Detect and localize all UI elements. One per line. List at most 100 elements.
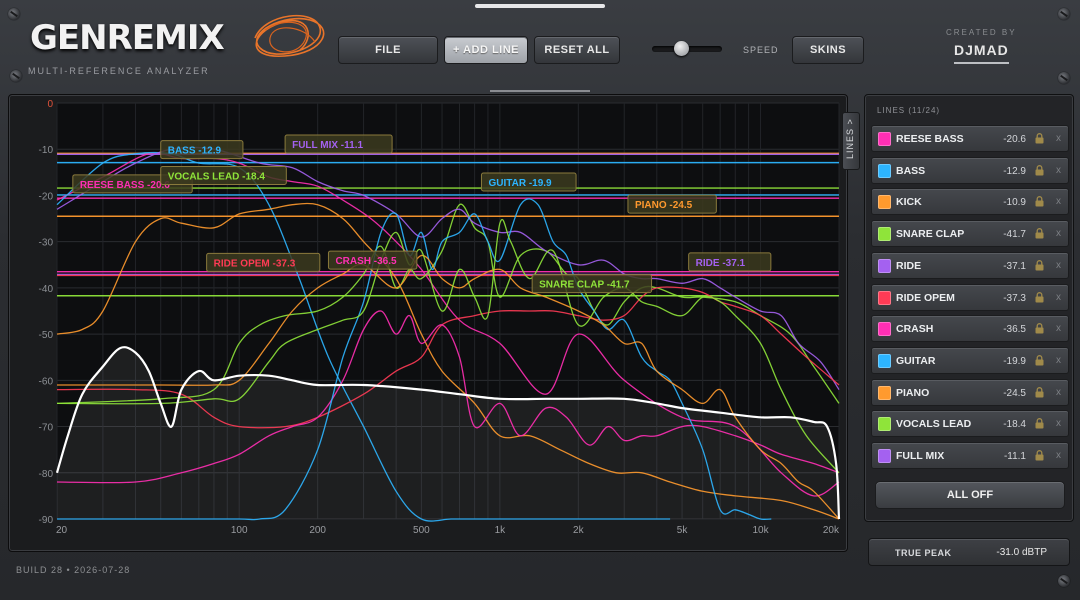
all-off-button[interactable]: ALL OFF: [875, 481, 1065, 509]
build-info: BUILD 28 • 2026-07-28: [16, 565, 131, 575]
remove-line-icon[interactable]: x: [1056, 355, 1061, 366]
created-by-label: CREATED BY: [946, 28, 1017, 37]
lock-icon[interactable]: [1035, 291, 1044, 303]
screw: [10, 70, 22, 82]
label-text: VOCALS LEAD -18.4: [168, 171, 266, 182]
line-row[interactable]: VOCALS LEAD -18.4 x: [871, 410, 1069, 438]
logo-scribble-icon: [254, 14, 325, 57]
line-name: BASS: [896, 164, 926, 177]
remove-line-icon[interactable]: x: [1056, 323, 1061, 334]
screw: [8, 8, 20, 20]
line-level: -41.7: [1003, 229, 1026, 241]
lock-icon[interactable]: [1035, 354, 1044, 366]
line-name: GUITAR: [896, 354, 936, 367]
y-tick-label: 0: [47, 99, 53, 110]
remove-line-icon[interactable]: x: [1056, 133, 1061, 144]
line-row[interactable]: SNARE CLAP -41.7 x: [871, 220, 1069, 248]
line-level: -37.1: [1003, 260, 1026, 272]
logo-text: GENREMIX: [30, 18, 225, 58]
lock-icon[interactable]: [1035, 259, 1044, 271]
reference-label: PIANO -24.5: [627, 194, 717, 214]
color-swatch[interactable]: [878, 195, 891, 210]
lock-icon[interactable]: [1035, 323, 1044, 334]
speed-slider-knob[interactable]: [674, 41, 689, 56]
lock-icon[interactable]: [1035, 196, 1044, 207]
y-tick-label: -70: [39, 423, 54, 434]
label-text: CRASH -36.5: [335, 256, 397, 267]
line-row[interactable]: RIDE OPEM -37.3 x: [871, 283, 1069, 311]
color-swatch[interactable]: [878, 322, 891, 337]
line-level: -18.4: [1003, 419, 1026, 431]
color-swatch[interactable]: [878, 163, 891, 178]
color-swatch[interactable]: [878, 353, 891, 368]
reference-label: SNARE CLAP -41.7: [531, 274, 653, 294]
skins-button[interactable]: SKINS: [792, 36, 864, 64]
remove-line-icon[interactable]: x: [1056, 196, 1061, 207]
color-swatch[interactable]: [878, 385, 891, 400]
line-name: REESE BASS: [896, 133, 964, 145]
line-row[interactable]: KICK -10.9 x: [871, 188, 1069, 216]
line-name: FULL MIX: [896, 450, 945, 462]
true-peak-value: -31.0 dBTP: [996, 547, 1047, 558]
remove-line-icon[interactable]: x: [1056, 260, 1061, 271]
lock-icon[interactable]: [1035, 164, 1044, 176]
speed-slider[interactable]: [652, 41, 722, 56]
y-tick-label: -20: [39, 191, 54, 202]
lines-tab[interactable]: LINES >: [842, 112, 860, 170]
line-level: -10.9: [1003, 197, 1026, 209]
lines-tab-label: LINES >: [845, 118, 855, 159]
x-tick-label: 10k: [752, 525, 769, 536]
screw: [1058, 575, 1070, 587]
color-swatch[interactable]: [878, 290, 891, 305]
header-divider: [490, 90, 590, 92]
remove-line-icon[interactable]: x: [1056, 450, 1061, 461]
color-swatch[interactable]: [878, 258, 891, 273]
true-peak-meter: TRUE PEAK -31.0 dBTP: [868, 538, 1070, 566]
color-swatch[interactable]: [878, 132, 891, 146]
screw: [1058, 8, 1070, 20]
spectrum-graph[interactable]: 0 -10 -20 -30 -40 -50 -60 -70 -80 -90 20 100 200 500 1…: [8, 94, 848, 552]
lock-icon[interactable]: [1035, 386, 1044, 398]
color-swatch[interactable]: [878, 449, 891, 463]
line-row[interactable]: PIANO -24.5 x: [871, 378, 1069, 406]
y-tick-label: -30: [39, 238, 54, 249]
color-swatch[interactable]: [878, 417, 891, 432]
lock-icon[interactable]: [1035, 450, 1044, 461]
y-tick-label: -40: [39, 284, 54, 295]
screw: [1058, 72, 1070, 84]
line-name: CRASH: [896, 323, 934, 336]
x-tick-label: 200: [309, 525, 326, 536]
line-name: RIDE: [896, 259, 922, 272]
y-tick-label: -80: [39, 469, 54, 480]
color-swatch[interactable]: [878, 227, 891, 242]
lock-icon[interactable]: [1035, 228, 1044, 239]
remove-line-icon[interactable]: x: [1056, 292, 1061, 303]
lock-icon[interactable]: [1035, 133, 1044, 144]
line-row[interactable]: GUITAR -19.9 x: [871, 346, 1069, 374]
label-text: FULL MIX -11.1: [292, 140, 363, 151]
label-text: RIDE -37.1: [696, 258, 746, 269]
y-tick-label: -90: [39, 515, 54, 526]
author-name: DJMAD: [954, 42, 1009, 64]
x-tick-label: 100: [231, 525, 248, 536]
remove-line-icon[interactable]: x: [1056, 228, 1061, 239]
reference-label: BASS -12.9: [160, 140, 244, 160]
line-row[interactable]: FULL MIX -11.1 x: [871, 442, 1069, 469]
line-row[interactable]: REESE BASS -20.6 x: [871, 125, 1069, 152]
file-button[interactable]: FILE: [338, 36, 438, 64]
label-text: BASS -12.9: [168, 146, 222, 157]
remove-line-icon[interactable]: x: [1056, 418, 1061, 429]
y-tick-label: -60: [39, 376, 54, 387]
reference-label: GUITAR -19.9: [480, 172, 577, 192]
reset-all-button[interactable]: RESET ALL: [534, 36, 620, 64]
line-row[interactable]: BASS -12.9 x: [871, 156, 1069, 184]
line-row[interactable]: RIDE -37.1 x: [871, 251, 1069, 279]
remove-line-icon[interactable]: x: [1056, 165, 1061, 176]
line-name: VOCALS LEAD: [896, 418, 972, 431]
reference-label: FULL MIX -11.1: [284, 134, 393, 154]
add-line-button[interactable]: + ADD LINE: [444, 36, 528, 64]
reference-label: CRASH -36.5: [327, 250, 418, 270]
line-row[interactable]: CRASH -36.5 x: [871, 315, 1069, 343]
remove-line-icon[interactable]: x: [1056, 387, 1061, 398]
lock-icon[interactable]: [1035, 418, 1044, 429]
